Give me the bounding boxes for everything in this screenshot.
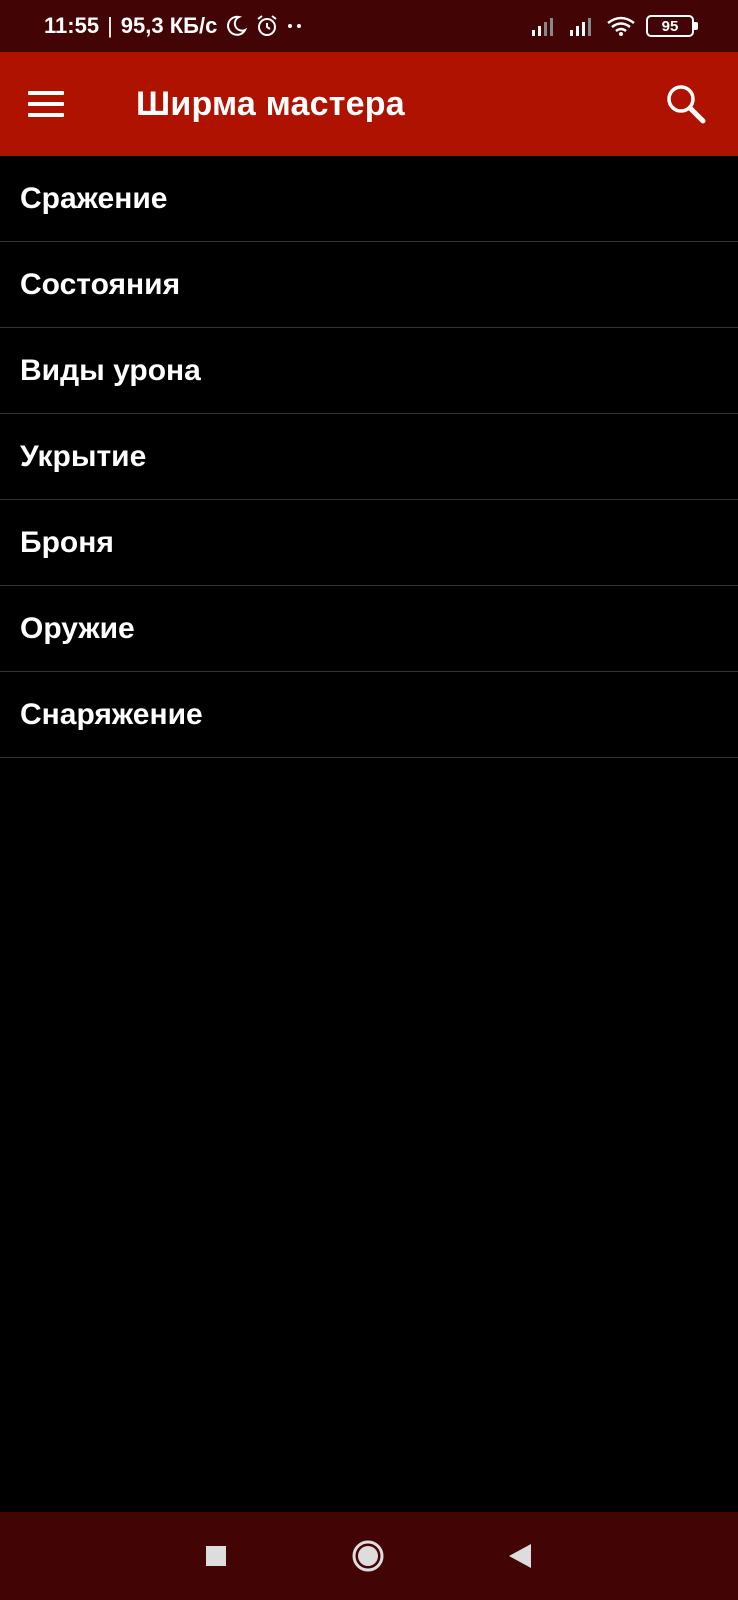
list-item-equipment[interactable]: Снаряжение	[0, 672, 738, 758]
recents-square-icon[interactable]	[186, 1526, 246, 1586]
alarm-icon	[255, 14, 279, 38]
battery-icon: 95	[646, 15, 698, 37]
signal-icon	[530, 16, 558, 36]
app-bar: Ширма мастера	[0, 52, 738, 156]
search-icon[interactable]	[660, 78, 712, 130]
list-item-conditions[interactable]: Состояния	[0, 242, 738, 328]
hamburger-menu-icon[interactable]	[28, 78, 80, 130]
list-item-label: Снаряжение	[20, 697, 203, 731]
moon-icon	[225, 15, 248, 37]
list-item-damage-types[interactable]: Виды урона	[0, 328, 738, 414]
list-item-label: Сражение	[20, 181, 168, 215]
status-separator: |	[107, 13, 113, 38]
list-item-label: Состояния	[20, 267, 181, 301]
battery-level: 95	[661, 17, 679, 35]
menu-list: Сражение Состояния Виды урона Укрытие Бр…	[0, 156, 738, 758]
page-title: Ширма мастера	[136, 84, 405, 123]
status-left: 11:55 | 95,3 КБ/с	[44, 13, 303, 39]
navigation-bar	[0, 1512, 738, 1600]
status-time: 11:55	[44, 13, 100, 38]
list-item-label: Виды урона	[20, 353, 201, 387]
list-item-battle[interactable]: Сражение	[0, 156, 738, 242]
list-item-armor[interactable]: Броня	[0, 500, 738, 586]
list-item-label: Броня	[20, 525, 114, 559]
status-right: 95	[530, 15, 698, 37]
status-network-speed: 95,3 КБ/с	[120, 13, 218, 38]
home-circle-icon[interactable]	[338, 1526, 398, 1586]
list-item-label: Оружие	[20, 611, 135, 645]
back-triangle-icon[interactable]	[490, 1526, 550, 1586]
list-item-weapons[interactable]: Оружие	[0, 586, 738, 672]
wifi-icon	[606, 15, 636, 37]
status-bar: 11:55 | 95,3 КБ/с 95	[0, 0, 738, 52]
signal-icon	[568, 16, 596, 36]
list-item-label: Укрытие	[20, 439, 147, 473]
list-item-cover[interactable]: Укрытие	[0, 414, 738, 500]
dots-icon	[287, 22, 303, 30]
